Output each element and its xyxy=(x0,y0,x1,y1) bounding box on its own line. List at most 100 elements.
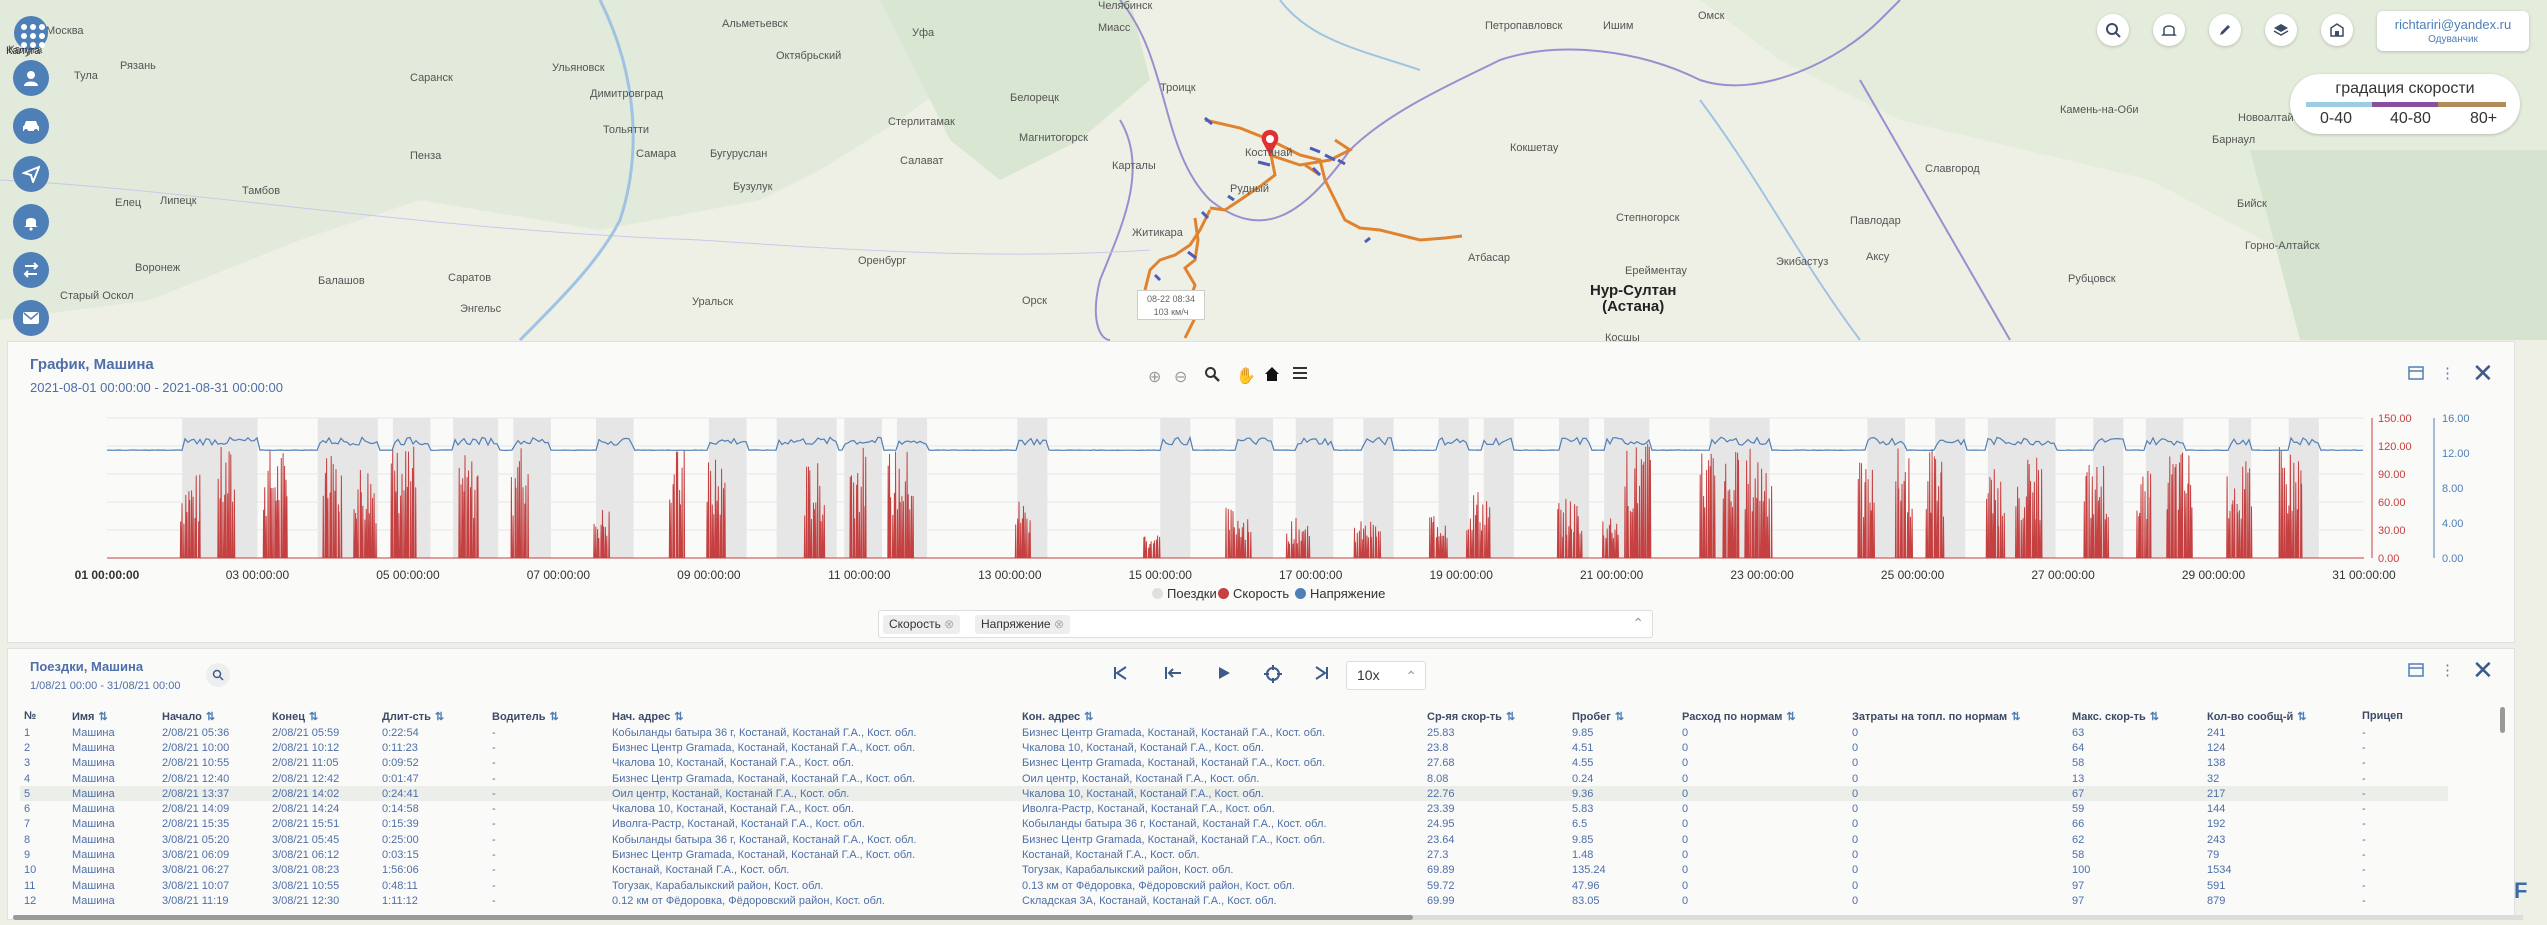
table-cell: 83.05 xyxy=(1572,894,1600,907)
legend-speed[interactable]: Скорость xyxy=(1218,586,1289,601)
table-row[interactable]: 7 Машина 2/08/21 15:35 2/08/21 15:51 0:15:39… xyxy=(20,817,2448,832)
table-cell: 6.5 xyxy=(1572,818,1588,831)
column-header[interactable]: Прицеп xyxy=(2358,707,2448,725)
table-row[interactable]: 8 Машина 3/08/21 05:20 3/08/21 05:45 0:25:00… xyxy=(20,832,2448,847)
table-cell: Кобыланды батыра 36 г, Костанай, Костана… xyxy=(1022,818,1327,831)
chip-voltage[interactable]: Напряжение ⊗ xyxy=(975,615,1070,634)
y-left-tick-label: 0.00 xyxy=(2378,553,2399,565)
notifications-icon[interactable] xyxy=(13,204,49,240)
table-cell: Иволга-Растр, Костанай, Костанай Г.А., К… xyxy=(1022,803,1275,816)
table-row[interactable]: 4 Машина 2/08/21 12:40 2/08/21 12:42 0:01:47… xyxy=(20,771,2448,786)
navigation-icon[interactable] xyxy=(13,156,49,192)
table-cell: Машина xyxy=(72,879,115,892)
feedback-badge[interactable]: F xyxy=(2514,878,2527,904)
table-row[interactable]: 9 Машина 3/08/21 06:09 3/08/21 06:12 0:03:15… xyxy=(20,847,2448,862)
building-icon[interactable] xyxy=(2321,14,2353,46)
table-cell: - xyxy=(2362,772,2366,785)
table-cell: - xyxy=(492,894,496,907)
playback-speed-select[interactable]: 10x xyxy=(1346,661,1426,690)
table-cell: 879 xyxy=(2207,894,2226,907)
step-back-icon[interactable] xyxy=(1164,665,1182,686)
table-cell: Чкалова 10, Костанай, Костанай Г.А., Кос… xyxy=(612,757,854,770)
column-header[interactable]: Конец ⇅ xyxy=(268,707,378,725)
column-header[interactable]: Расход по нормам ⇅ xyxy=(1678,707,1848,725)
table-cell: 0:25:00 xyxy=(382,833,419,846)
table-row[interactable]: 12 Машина 3/08/21 11:19 3/08/21 12:30 1:11:1… xyxy=(20,893,2448,908)
table-cell: 3/08/21 06:12 xyxy=(272,849,340,862)
panel-more-icon[interactable]: ⋮ xyxy=(2440,661,2455,679)
bell-icon[interactable] xyxy=(2153,14,2185,46)
trip-band xyxy=(1935,418,1966,558)
legend-trips[interactable]: Поездки xyxy=(1152,586,1217,601)
user-icon[interactable] xyxy=(13,60,49,96)
table-cell: - xyxy=(2362,757,2366,770)
chip-voltage-label: Напряжение xyxy=(981,617,1051,631)
table-cell: 2/08/21 10:00 xyxy=(162,741,230,754)
chevron-up-icon[interactable]: ⌃ xyxy=(1632,615,1644,632)
legend-color-bar xyxy=(2306,102,2506,107)
car-icon[interactable] xyxy=(13,108,49,144)
column-header[interactable]: № xyxy=(20,707,68,725)
column-header[interactable]: Длит-сть ⇅ xyxy=(378,707,488,725)
column-header[interactable]: Затраты на топл. по нормам ⇅ xyxy=(1848,707,2068,725)
table-cell: 3/08/21 10:55 xyxy=(272,879,340,892)
table-row[interactable]: 11 Машина 3/08/21 10:07 3/08/21 10:55 0:48:1… xyxy=(20,878,2448,893)
capital-label: Нур-Султан (Астана) xyxy=(1590,282,1677,315)
mail-icon[interactable] xyxy=(13,300,49,336)
column-header[interactable]: Начало ⇅ xyxy=(158,707,268,725)
table-cell: 27.3 xyxy=(1427,849,1449,862)
table-cell: 0.24 xyxy=(1572,772,1594,785)
layers-icon[interactable] xyxy=(2265,14,2297,46)
legend-voltage[interactable]: Напряжение xyxy=(1295,586,1385,601)
table-cell: - xyxy=(2362,741,2366,754)
skip-end-icon[interactable] xyxy=(1314,665,1330,686)
column-header[interactable]: Ср-яя скор-ть ⇅ xyxy=(1423,707,1568,725)
play-icon[interactable] xyxy=(1216,665,1232,686)
table-row[interactable]: 10 Машина 3/08/21 06:27 3/08/21 08:23 1:56:0… xyxy=(20,863,2448,878)
chip-speed[interactable]: Скорость ⊗ xyxy=(883,615,961,634)
table-cell: 0 xyxy=(1848,786,2068,802)
routes-icon[interactable] xyxy=(13,252,49,288)
x-tick-label: 31 00:00:00 xyxy=(2332,568,2396,582)
column-header[interactable]: Макс. скор-ть ⇅ xyxy=(2068,707,2203,725)
column-header[interactable]: Пробег ⇅ xyxy=(1568,707,1678,725)
table-cell: 0:09:52 xyxy=(382,757,419,770)
map-place-label: Альметьевск xyxy=(722,18,788,30)
table-cell: 79 xyxy=(2207,849,2220,862)
table-row[interactable]: 1 Машина 2/08/21 05:36 2/08/21 05:59 0:22:54… xyxy=(20,725,2448,740)
table-row[interactable]: 2 Машина 2/08/21 10:00 2/08/21 10:12 0:11:23… xyxy=(20,740,2448,755)
table-cell: 1:11:12 xyxy=(382,894,418,907)
search-icon[interactable] xyxy=(206,663,230,687)
table-cell: 1 xyxy=(24,726,31,739)
column-header[interactable]: Имя ⇅ xyxy=(68,707,158,725)
table-cell: 0:24:41 xyxy=(378,786,488,802)
table-cell: Оил центр, Костанай, Костанай Г.А., Кост… xyxy=(1022,772,1260,785)
vertical-scrollbar[interactable] xyxy=(2500,707,2505,733)
map-place-label: Старый Оскол xyxy=(60,290,134,302)
table-cell: 0 xyxy=(1682,879,1689,892)
horizontal-scrollbar[interactable] xyxy=(13,915,2523,920)
table-cell: 3/08/21 11:19 xyxy=(162,894,229,907)
locate-icon[interactable] xyxy=(1264,665,1282,688)
table-cell: 0:11:23 xyxy=(382,741,418,754)
map-place-label: Елец xyxy=(115,197,142,209)
search-icon[interactable] xyxy=(2097,14,2129,46)
column-header[interactable]: Водитель ⇅ xyxy=(488,707,608,725)
close-trips-panel-icon[interactable]: ✕ xyxy=(2472,657,2494,683)
panel-layout-icon[interactable] xyxy=(2408,663,2424,681)
column-header[interactable]: Кон. адрес ⇅ xyxy=(1018,707,1423,725)
table-row[interactable]: 5 Машина 2/08/21 13:37 2/08/21 14:02 0:24:41… xyxy=(20,786,2448,802)
user-profile-button[interactable]: richtariri@yandex.ru Одуванчик xyxy=(2377,11,2529,51)
edit-icon[interactable] xyxy=(2209,14,2241,46)
table-cell: 27.68 xyxy=(1427,757,1455,770)
column-header[interactable]: Нач. адрес ⇅ xyxy=(608,707,1018,725)
skip-start-icon[interactable] xyxy=(1112,665,1128,686)
user-email: richtariri@yandex.ru xyxy=(2394,17,2512,32)
map-place-label: Рубцовск xyxy=(2068,273,2116,285)
table-row[interactable]: 6 Машина 2/08/21 14:09 2/08/21 14:24 0:14:58… xyxy=(20,801,2448,816)
table-cell: 0 xyxy=(1852,772,1859,785)
column-header[interactable]: Кол-во сообщ-й ⇅ xyxy=(2203,707,2358,725)
series-selector[interactable]: Скорость ⊗ Напряжение ⊗ ⌃ xyxy=(878,610,1653,638)
table-row[interactable]: 3 Машина 2/08/21 10:55 2/08/21 11:05 0:09:52… xyxy=(20,756,2448,771)
map-place-label: Орск xyxy=(1022,295,1047,307)
